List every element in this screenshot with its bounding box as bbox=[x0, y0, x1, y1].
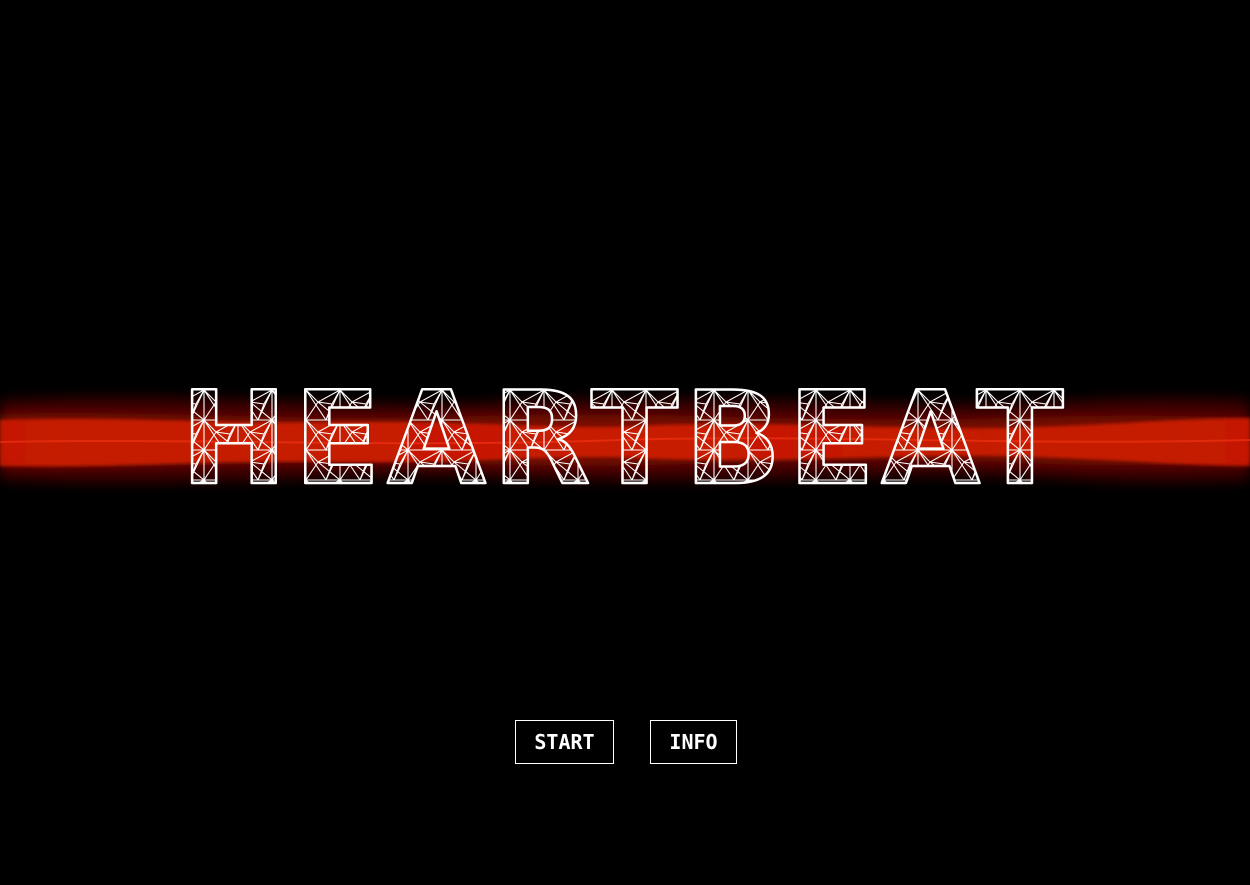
game-title: HEARTBEAT HEARTBEAT bbox=[0, 360, 1250, 510]
title-text: HEARTBEAT bbox=[180, 365, 1069, 510]
start-button[interactable]: START bbox=[515, 720, 614, 764]
main-menu: START INFO bbox=[0, 720, 1250, 764]
info-button[interactable]: INFO bbox=[650, 720, 737, 764]
title-screen: HEARTBEAT HEARTBEAT START INFO bbox=[0, 0, 1250, 885]
title-mesh-svg: HEARTBEAT HEARTBEAT bbox=[179, 364, 1070, 510]
